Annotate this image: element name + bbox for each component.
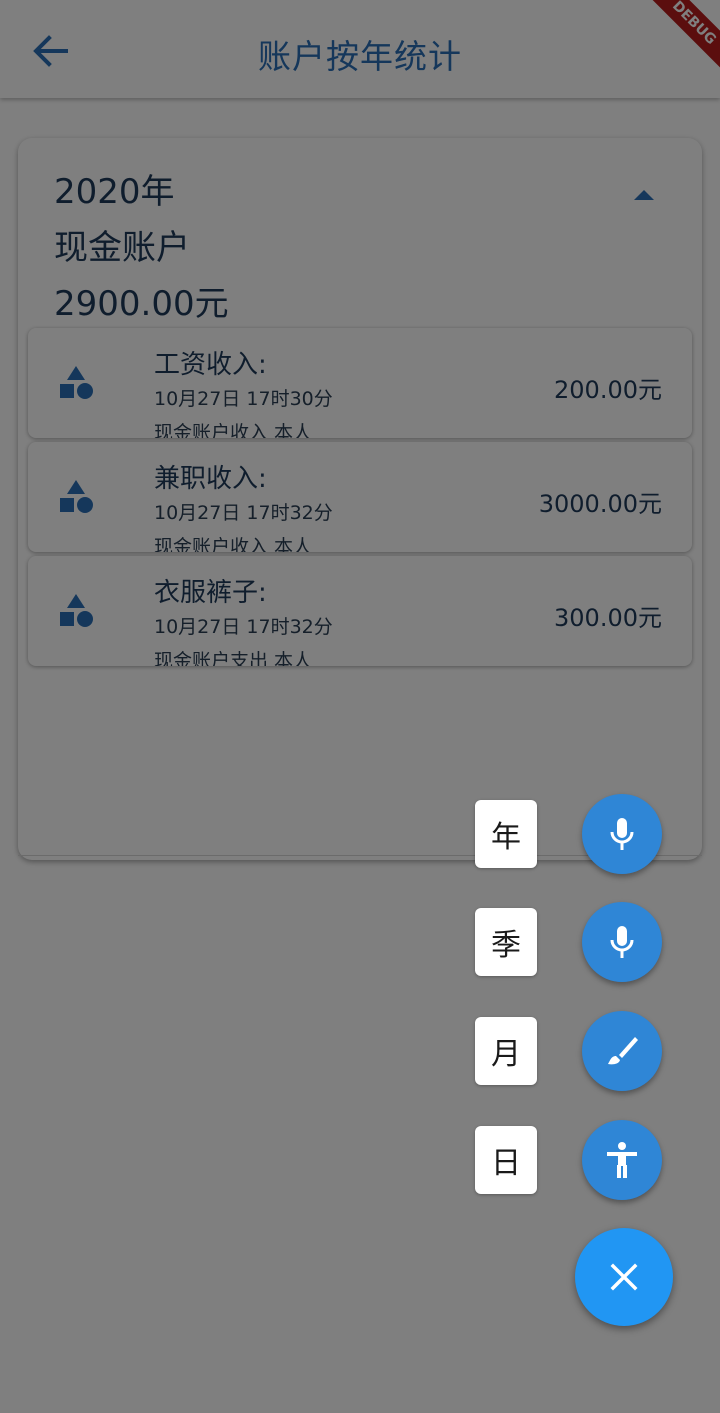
speed-dial-label-quarter[interactable]: 季: [475, 908, 537, 976]
speed-dial-label-day[interactable]: 日: [475, 1126, 537, 1194]
speed-dial-label-month[interactable]: 月: [475, 1017, 537, 1085]
speed-dial-quarter-button[interactable]: [582, 902, 662, 982]
close-icon: [610, 1263, 638, 1291]
mic-icon: [610, 818, 634, 850]
speed-dial-close-button[interactable]: [575, 1228, 673, 1326]
mic-icon: [610, 926, 634, 958]
speed-dial-label-year[interactable]: 年: [475, 800, 537, 868]
speed-dial-year-button[interactable]: [582, 794, 662, 874]
brush-icon: [608, 1037, 638, 1065]
speed-dial-month-button[interactable]: [582, 1011, 662, 1091]
screen: 账户按年统计 DEBUG 2020年 现金账户 2900.00元 工资收入: 1…: [0, 0, 720, 1413]
scrim-overlay[interactable]: [0, 0, 720, 1413]
speed-dial-day-button[interactable]: [582, 1120, 662, 1200]
accessibility-icon: [607, 1142, 637, 1178]
